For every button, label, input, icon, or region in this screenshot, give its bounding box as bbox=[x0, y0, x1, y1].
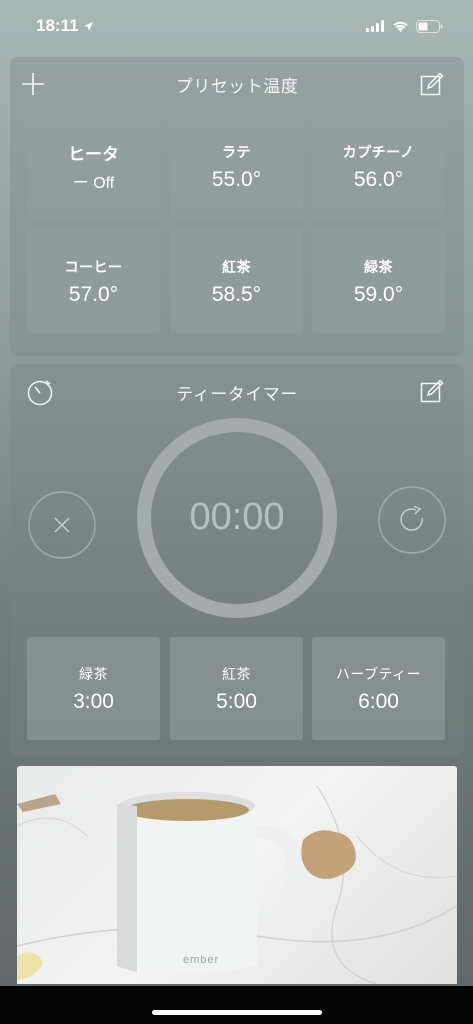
preset-tile-latte[interactable]: ラテ 55.0° bbox=[170, 115, 303, 218]
mug-image bbox=[17, 785, 457, 984]
edit-icon bbox=[420, 379, 444, 403]
timer-preset-value: 5:00 bbox=[216, 689, 257, 713]
edit-timers-button[interactable] bbox=[418, 377, 446, 405]
mug-brand-label: ember bbox=[183, 954, 220, 966]
refresh-icon bbox=[378, 486, 446, 554]
preset-tile-value: 57.0° bbox=[68, 282, 119, 306]
timer-preset-name: 紅茶 bbox=[222, 666, 251, 683]
preset-tile-name: コーヒー bbox=[64, 259, 123, 276]
preset-tile-heater[interactable]: ヒータ ー Off bbox=[27, 115, 160, 218]
preset-tile-cappuccino[interactable]: カプチーノ 56.0° bbox=[312, 115, 445, 218]
battery-icon bbox=[416, 19, 443, 33]
wifi-icon bbox=[393, 21, 408, 32]
timer-preset-name: ハーブティー bbox=[335, 666, 422, 683]
preset-tile-value: 58.5° bbox=[211, 282, 262, 306]
preset-tile-value: 59.0° bbox=[353, 282, 404, 306]
restart-timer-button[interactable] bbox=[377, 485, 447, 555]
preset-tile-name: ラテ bbox=[222, 144, 251, 161]
timer-preset-value: 3:00 bbox=[73, 689, 114, 713]
preset-tile-value: 56.0° bbox=[353, 167, 404, 191]
home-bar-area bbox=[0, 986, 473, 1024]
edit-presets-button[interactable] bbox=[418, 70, 446, 98]
preset-tile-value: 55.0° bbox=[211, 167, 262, 191]
timer-preset-green-tea[interactable]: 緑茶 3:00 bbox=[27, 637, 160, 740]
mug-photo[interactable]: ember bbox=[17, 766, 457, 984]
status-bar: 18:11 bbox=[0, 0, 473, 52]
preset-tile-green-tea[interactable]: 緑茶 59.0° bbox=[312, 230, 445, 333]
timer-dial[interactable]: 00:00 bbox=[135, 416, 339, 620]
location-arrow-icon bbox=[83, 21, 93, 31]
home-indicator[interactable] bbox=[152, 1010, 322, 1015]
signal-icon bbox=[366, 20, 384, 32]
cancel-timer-button[interactable] bbox=[27, 490, 97, 560]
tea-timer-panel: ティータイマー 00:00 緑茶 3:00 紅茶 5:00 ハーブティー 6:0… bbox=[10, 364, 464, 756]
preset-tile-name: 紅茶 bbox=[222, 259, 251, 276]
timer-preset-name: 緑茶 bbox=[79, 666, 108, 683]
timer-display: 00:00 bbox=[189, 496, 285, 538]
timer-panel-title: ティータイマー bbox=[176, 385, 298, 405]
status-time: 18:11 bbox=[36, 16, 94, 36]
preset-tile-value: ー Off bbox=[72, 175, 115, 192]
edit-icon bbox=[420, 72, 444, 96]
preset-panel-title: プリセット温度 bbox=[175, 77, 299, 97]
timer-preset-black-tea[interactable]: 紅茶 5:00 bbox=[170, 637, 303, 740]
timer-preset-value: 6:00 bbox=[358, 689, 399, 713]
preset-tile-black-tea[interactable]: 紅茶 58.5° bbox=[170, 230, 303, 333]
preset-tile-name: ヒータ bbox=[68, 145, 119, 165]
preset-tile-coffee[interactable]: コーヒー 57.0° bbox=[27, 230, 160, 333]
timer-preset-herbal-tea[interactable]: ハーブティー 6:00 bbox=[312, 637, 445, 740]
preset-temperature-panel: プリセット温度 ヒータ ー Off ラテ 55.0° カプチーノ 56.0° コ… bbox=[10, 57, 464, 356]
clock: 18:11 bbox=[36, 16, 79, 35]
close-icon bbox=[28, 491, 96, 559]
preset-tile-name: カプチーノ bbox=[342, 144, 415, 161]
preset-tile-name: 緑茶 bbox=[364, 259, 393, 276]
